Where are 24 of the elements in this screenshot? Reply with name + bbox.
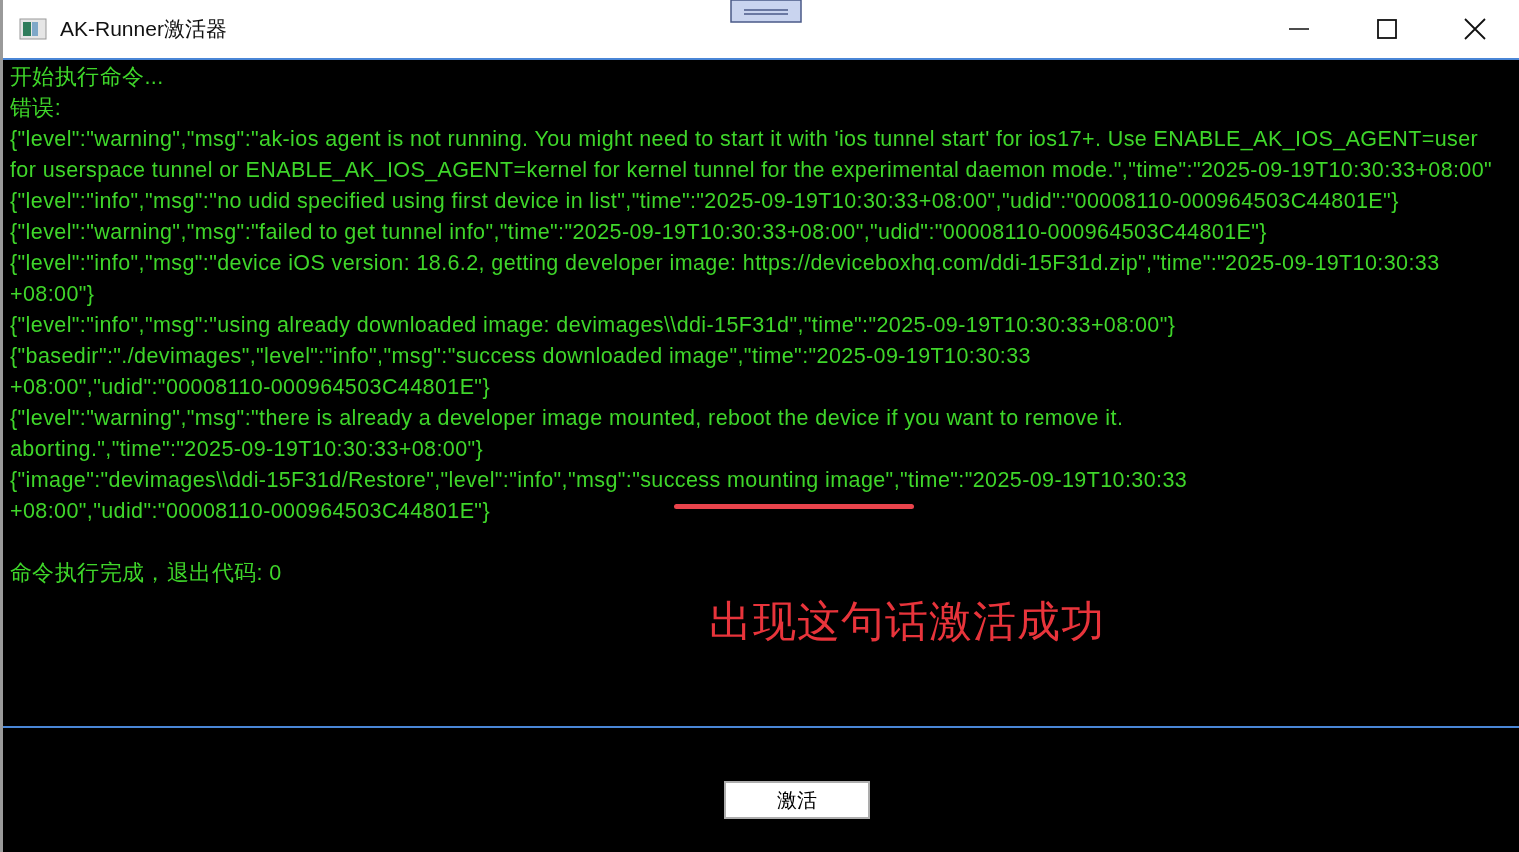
- log-line: {"level":"warning","msg":"ak-ios agent is not running. You might need to start it with 'ios tunnel start' for ios17+. Use ENABLE_AK_IOS_AGENT=user: [10, 126, 1479, 153]
- log-line: {"level":"warning","msg":"there is already a developer image mounted, reboot the device if you want to remove it.: [10, 405, 1124, 432]
- log-line: {"level":"info","msg":"no udid specified using first device in list","time":"2025-09-19T10:30:33+08:00","udid":"00008110-000964503C44801E"}: [10, 188, 1399, 215]
- log-line: aborting.","time":"2025-09-19T10:30:33+08:00"}: [10, 436, 484, 463]
- log-line: 命令执行完成，退出代码: 0: [10, 560, 282, 587]
- log-line: +08:00","udid":"00008110-000964503C44801E"}: [10, 374, 490, 401]
- log-line: {"level":"warning","msg":"failed to get tunnel info","time":"2025-09-19T10:30:33+08:00","udid":"00008110-000964503C44801E"}: [10, 219, 1267, 246]
- log-line: {"image":"devimages\\ddi-15F31d/Restore","level":"info","msg":"success mounting image","time":"2025-09-19T10:30:33: [10, 467, 1188, 494]
- log-line: +08:00","udid":"00008110-000964503C44801E"}: [10, 498, 490, 525]
- log-line: {"level":"info","msg":"device iOS version: 18.6.2, getting developer image: https://deviceboxhq.com/ddi-15F31d.zip","time":"2025-09-19T10:30:33: [10, 250, 1440, 277]
- log-line: {"basedir":"./devimages","level":"info","msg":"success downloaded image","time":"2025-09-19T10:30:33: [10, 343, 1031, 370]
- close-icon: [1464, 18, 1486, 40]
- log-line: 错误:: [10, 95, 62, 122]
- minimize-icon: [1289, 28, 1309, 30]
- log-line: 开始执行命令...: [10, 64, 164, 91]
- log-line: for userspace tunnel or ENABLE_AK_IOS_AGENT=kernel for kernel tunnel for the experimental daemon mode.","time":"2025-09-19T10:30:33+08:00": [10, 157, 1493, 184]
- annotation-text: 出现这句话激活成功: [709, 596, 1105, 647]
- app-icon: [19, 18, 47, 40]
- activate-button[interactable]: 激活: [724, 781, 870, 819]
- window-title: AK-Runner激活器: [60, 16, 227, 42]
- maximize-icon: [1377, 19, 1397, 39]
- log-line: +08:00"}: [10, 281, 95, 308]
- log-line: {"level":"info","msg":"using already downloaded image: devimages\\ddi-15F31d","time":"2025-09-19T10:30:33+08:00"}: [10, 312, 1176, 339]
- drag-handle-icon[interactable]: [730, 0, 802, 23]
